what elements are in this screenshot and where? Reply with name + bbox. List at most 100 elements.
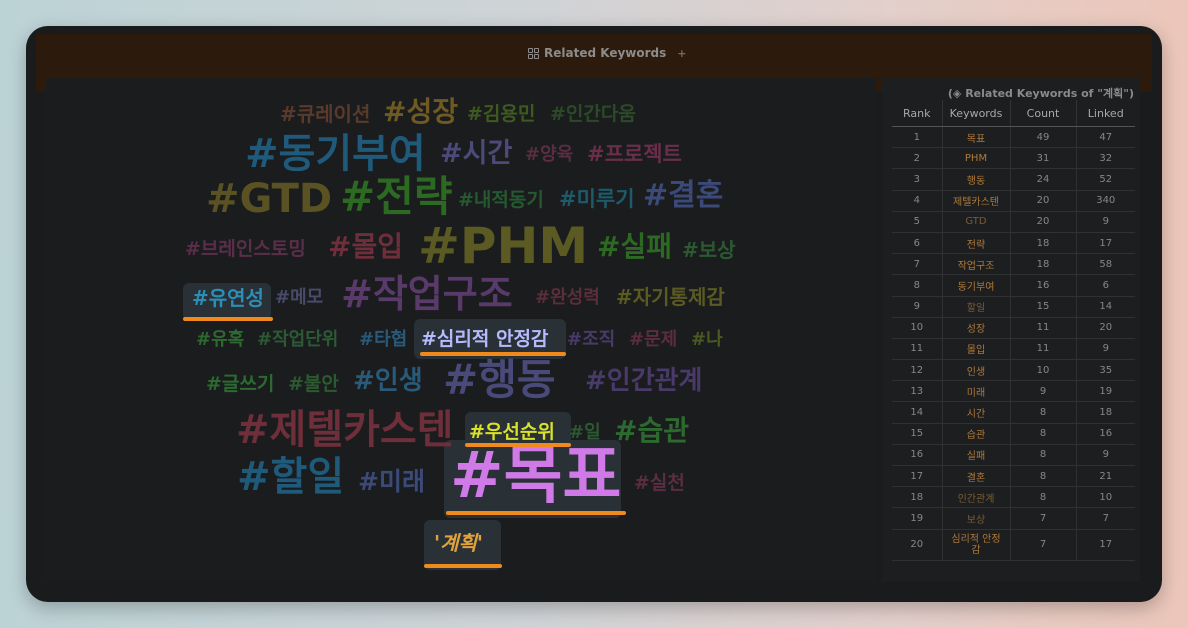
- keyword-tag[interactable]: #타협: [359, 331, 407, 349]
- table-row[interactable]: 15 습관 8 16: [892, 423, 1135, 445]
- table-cell-keyword[interactable]: GTD: [942, 211, 1011, 233]
- table-cell-keyword[interactable]: 습관: [942, 423, 1011, 445]
- keyword-tag[interactable]: #브레인스토밍: [185, 240, 306, 259]
- table-row[interactable]: 13 미래 9 19: [892, 380, 1135, 403]
- column-header[interactable]: Count: [1010, 100, 1077, 127]
- keyword-tag[interactable]: #나: [691, 331, 723, 349]
- keyword-tag[interactable]: #습관: [614, 417, 689, 445]
- table-cell-keyword[interactable]: 몰입: [942, 338, 1011, 361]
- table-cell-keyword[interactable]: 인간관계: [942, 486, 1011, 509]
- table-row[interactable]: 2 PHM 31 32: [892, 147, 1135, 170]
- table-cell-keyword[interactable]: PHM: [942, 147, 1011, 170]
- table-row[interactable]: 9 할일 15 14: [892, 296, 1135, 318]
- column-header[interactable]: Linked: [1076, 100, 1135, 127]
- table-cell-keyword[interactable]: 결혼: [942, 465, 1011, 488]
- keyword-tag[interactable]: #행동: [443, 359, 555, 401]
- keyword-tag[interactable]: #조직: [567, 331, 615, 349]
- table-row[interactable]: 18 인간관계 8 10: [892, 486, 1135, 509]
- table-header: Rank Keywords Count Linked: [892, 100, 1135, 127]
- keyword-tag[interactable]: #프로젝트: [587, 144, 682, 165]
- keywords-table: Rank Keywords Count Linked 1 목표 49 47 2 PHM 31…: [892, 100, 1135, 561]
- table-cell-rank: 13: [892, 380, 943, 403]
- keyword-tag[interactable]: #실패: [597, 233, 672, 261]
- table-row[interactable]: 4 제텔카스텐 20 340: [892, 190, 1135, 212]
- table-cell-linked: 9: [1076, 444, 1135, 467]
- column-header[interactable]: Keywords: [942, 100, 1011, 127]
- table-row[interactable]: 19 보상 7 7: [892, 507, 1135, 530]
- keyword-tag[interactable]: #성장: [383, 98, 458, 126]
- table-cell-keyword[interactable]: 목표: [942, 126, 1011, 149]
- table-cell-count: 20: [1010, 190, 1077, 212]
- table-cell-rank: 17: [892, 465, 943, 488]
- add-tab-icon[interactable]: +: [677, 47, 686, 60]
- keyword-tag[interactable]: #실천: [634, 474, 685, 493]
- table-cell-rank: 15: [892, 423, 943, 445]
- table-row[interactable]: 11 몰입 11 9: [892, 338, 1135, 361]
- keyword-tag[interactable]: #큐레이션: [280, 104, 370, 124]
- keyword-tag[interactable]: #미래: [358, 469, 425, 494]
- keyword-tag[interactable]: #김용민: [467, 105, 535, 124]
- table-row[interactable]: 8 동기부여 16 6: [892, 274, 1135, 297]
- table-cell-keyword[interactable]: 보상: [942, 507, 1011, 530]
- table-row[interactable]: 20 심리적 안정감 7 17: [892, 529, 1135, 561]
- keyword-tag[interactable]: #작업구조: [341, 275, 513, 313]
- keyword-tag[interactable]: #불안: [288, 375, 339, 394]
- tab-related-keywords[interactable]: Related Keywords +: [524, 45, 690, 61]
- keyword-tag[interactable]: #제텔카스텐: [236, 410, 454, 450]
- table-cell-keyword[interactable]: 행동: [942, 168, 1011, 191]
- table-cell-keyword[interactable]: 성장: [942, 317, 1011, 339]
- table-cell-keyword[interactable]: 동기부여: [942, 274, 1011, 297]
- table-cell-keyword[interactable]: 제텔카스텐: [942, 190, 1011, 212]
- center-keyword[interactable]: '계획': [434, 533, 483, 553]
- keyword-tag[interactable]: #보상: [682, 240, 736, 260]
- keyword-tag[interactable]: #동기부여: [245, 134, 426, 174]
- table-cell-count: 8: [1010, 444, 1077, 467]
- table-cell-keyword[interactable]: 작업구조: [942, 253, 1011, 276]
- table-row[interactable]: 16 실패 8 9: [892, 444, 1135, 467]
- table-row[interactable]: 10 성장 11 20: [892, 317, 1135, 339]
- table-row[interactable]: 6 전략 18 17: [892, 232, 1135, 255]
- keyword-tag[interactable]: #작업단위: [257, 331, 338, 349]
- table-row[interactable]: 12 인생 10 35: [892, 359, 1135, 382]
- keyword-tag[interactable]: #심리적 안정감: [421, 330, 548, 349]
- keyword-tag[interactable]: #양육: [525, 146, 573, 164]
- keyword-tag[interactable]: #인간관계: [585, 368, 702, 394]
- table-row[interactable]: 1 목표 49 47: [892, 126, 1135, 149]
- table-cell-keyword[interactable]: 전략: [942, 232, 1011, 255]
- column-header[interactable]: Rank: [892, 100, 943, 127]
- table-cell-keyword[interactable]: 할일: [942, 296, 1011, 318]
- keyword-tag[interactable]: #인생: [353, 368, 423, 394]
- table-row[interactable]: 17 결혼 8 21: [892, 465, 1135, 488]
- keyword-tag[interactable]: #유혹: [196, 331, 244, 349]
- keyword-tag[interactable]: #시간: [440, 140, 512, 167]
- keyword-tag[interactable]: #유연성: [192, 288, 264, 308]
- table-row[interactable]: 3 행동 24 52: [892, 168, 1135, 191]
- table-cell-linked: 35: [1076, 359, 1135, 382]
- keyword-tag[interactable]: #내적동기: [458, 191, 544, 210]
- table-cell-keyword[interactable]: 심리적 안정감: [942, 529, 1011, 561]
- table-cell-keyword[interactable]: 미래: [942, 380, 1011, 403]
- keyword-tag[interactable]: #PHM: [418, 221, 588, 271]
- keyword-tag[interactable]: #글쓰기: [206, 375, 274, 394]
- table-cell-keyword[interactable]: 시간: [942, 401, 1011, 424]
- table-row[interactable]: 14 시간 8 18: [892, 401, 1135, 424]
- keyword-tag[interactable]: #메모: [275, 289, 323, 307]
- table-row[interactable]: 5 GTD 20 9: [892, 211, 1135, 233]
- table-row[interactable]: 7 작업구조 18 58: [892, 253, 1135, 276]
- word-cloud: #큐레이션 #성장 #김용민 #인간다움 #동기부여 #시간 #양육 #프로젝트…: [46, 78, 876, 582]
- keyword-tag[interactable]: #완성력: [535, 289, 600, 307]
- table-cell-linked: 9: [1076, 211, 1135, 233]
- keyword-tag[interactable]: #자기통제감: [616, 287, 725, 307]
- keyword-tag[interactable]: #인간다움: [550, 105, 636, 124]
- table-cell-keyword[interactable]: 실패: [942, 444, 1011, 467]
- keyword-tag[interactable]: #미루기: [559, 189, 635, 210]
- keyword-tag[interactable]: #문제: [629, 331, 677, 349]
- keyword-tag[interactable]: #결혼: [643, 181, 723, 211]
- keyword-tag[interactable]: #전략: [340, 176, 452, 218]
- keyword-tag[interactable]: #목표: [450, 444, 621, 508]
- keyword-tag[interactable]: #할일: [237, 457, 344, 497]
- keyword-tag[interactable]: #몰입: [328, 233, 403, 261]
- keyword-tag[interactable]: #GTD: [206, 179, 332, 219]
- table-cell-rank: 1: [892, 126, 943, 149]
- table-cell-keyword[interactable]: 인생: [942, 359, 1011, 382]
